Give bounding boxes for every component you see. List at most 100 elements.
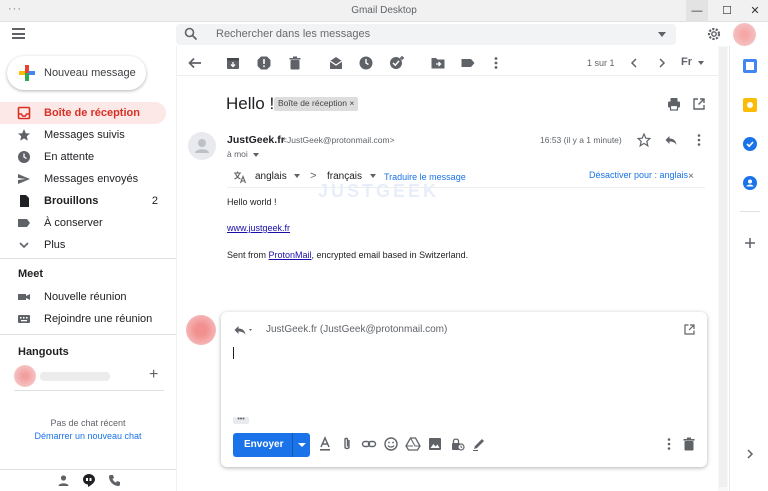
main-scrollbar[interactable]	[718, 46, 728, 491]
more-vert-icon[interactable]	[488, 55, 504, 71]
send-button[interactable]: Envoyer	[233, 433, 310, 457]
source-language-label: anglais	[255, 171, 287, 182]
sidebar-item-snoozed[interactable]: En attente	[0, 146, 166, 168]
sidebar-bottom-bar	[0, 469, 176, 491]
start-chat-link[interactable]: Démarrer un nouveau chat	[0, 431, 176, 441]
archive-icon[interactable]	[225, 55, 241, 71]
compose-button[interactable]: Nouveau message	[7, 56, 146, 90]
back-arrow-icon[interactable]	[187, 55, 203, 71]
discard-draft-icon[interactable]	[681, 436, 697, 452]
sidebar-item-starred[interactable]: Messages suivis	[0, 124, 166, 146]
hangouts-section-title: Hangouts	[18, 346, 69, 358]
scrollbar-thumb[interactable]	[719, 47, 727, 487]
sidebar-divider-vertical	[176, 46, 177, 491]
sidebar-divider	[0, 258, 176, 259]
minimize-button[interactable]: —	[686, 0, 708, 22]
reply-type-icon[interactable]	[233, 323, 255, 337]
disable-translation-link[interactable]: Désactiver pour : anglais	[589, 170, 688, 180]
text-cursor	[233, 347, 234, 359]
keep-app-icon[interactable]	[743, 98, 757, 112]
person-icon[interactable]	[57, 474, 70, 487]
insert-photo-icon[interactable]	[427, 436, 443, 452]
sidebar-item-important[interactable]: À conserver	[0, 212, 166, 234]
attach-file-icon[interactable]	[339, 436, 355, 452]
insert-link-icon[interactable]	[361, 436, 377, 452]
input-language-selector[interactable]: Fr	[681, 56, 692, 68]
open-new-window-icon[interactable]	[692, 97, 706, 111]
signature-prefix: Sent from	[227, 250, 269, 260]
sidebar-item-sent[interactable]: Messages envoyés	[0, 168, 166, 190]
protonmail-link[interactable]: ProtonMail	[269, 250, 312, 260]
chevron-right-icon[interactable]	[654, 55, 670, 71]
source-language-select[interactable]: anglais	[255, 171, 301, 182]
settings-gear-icon[interactable]	[706, 26, 722, 42]
label-chip-text: Boîte de réception	[278, 98, 347, 108]
google-drive-icon[interactable]	[405, 436, 421, 452]
hangouts-avatar[interactable]	[14, 365, 36, 387]
meet-join-meeting[interactable]: Rejoindre une réunion	[0, 308, 166, 330]
reply-compose-box[interactable]: JustGeek.fr (JustGeek@protonmail.com) ••…	[221, 312, 707, 467]
pagination-text: 1 sur 1	[587, 58, 615, 68]
watermark-logo: JUSTGEEK	[318, 181, 440, 201]
sidebar-item-drafts[interactable]: Brouillons 2	[0, 190, 166, 212]
recipient-details-caret-icon[interactable]	[253, 152, 260, 157]
sidebar-item-inbox[interactable]: Boîte de réception	[0, 102, 166, 124]
language-dropdown-icon[interactable]	[698, 61, 704, 65]
main-menu-icon[interactable]	[12, 28, 25, 39]
phone-icon[interactable]	[108, 474, 121, 487]
expand-side-panel-icon[interactable]	[743, 447, 757, 461]
emoji-icon[interactable]	[383, 436, 399, 452]
sidebar-item-label: Boîte de réception	[44, 107, 140, 119]
maximize-button[interactable]: ☐	[716, 0, 738, 22]
chevron-left-icon[interactable]	[626, 55, 642, 71]
hangouts-user-name	[40, 372, 110, 381]
account-avatar[interactable]	[733, 23, 756, 46]
search-placeholder: Rechercher dans les messages	[216, 28, 371, 40]
star-message-icon[interactable]	[637, 133, 651, 147]
show-trimmed-content-button[interactable]: •••	[233, 416, 249, 424]
tasks-app-icon[interactable]	[743, 137, 757, 151]
meet-new-meeting[interactable]: Nouvelle réunion	[0, 286, 166, 308]
sender-avatar[interactable]	[188, 132, 216, 160]
report-spam-icon[interactable]	[256, 55, 272, 71]
website-link[interactable]: www.justgeek.fr	[227, 223, 290, 233]
mark-unread-icon[interactable]	[328, 55, 344, 71]
message-body-link-line: www.justgeek.fr	[227, 223, 290, 233]
print-icon[interactable]	[667, 97, 681, 111]
label-tag-icon[interactable]	[460, 55, 476, 71]
calendar-app-icon[interactable]	[743, 59, 757, 73]
message-body-greeting: Hello world !	[227, 197, 277, 207]
reply-icon[interactable]	[664, 133, 678, 147]
contacts-app-icon[interactable]	[743, 176, 757, 190]
delete-icon[interactable]	[287, 55, 303, 71]
top-bar: Rechercher dans les messages	[0, 22, 768, 46]
confidential-mode-icon[interactable]	[449, 436, 465, 452]
label-icon	[17, 216, 31, 230]
send-icon	[17, 172, 31, 186]
translate-icon	[233, 170, 247, 184]
move-to-folder-icon[interactable]	[430, 55, 446, 71]
target-language-caret-icon	[369, 174, 376, 179]
sidebar-item-label: Messages suivis	[44, 129, 125, 141]
formatting-options-icon[interactable]	[317, 436, 333, 452]
message-more-icon[interactable]	[692, 133, 706, 147]
recipient-details[interactable]: à moi	[227, 149, 260, 159]
hangouts-add-button[interactable]: +	[149, 366, 158, 384]
send-options-icon[interactable]	[298, 443, 306, 447]
sidebar-item-more[interactable]: Plus	[0, 234, 166, 256]
reply-recipient[interactable]: JustGeek.fr (JustGeek@protonmail.com)	[266, 324, 447, 335]
get-addons-plus-icon[interactable]	[743, 236, 757, 250]
label-chip-remove-icon[interactable]: ×	[349, 98, 354, 108]
close-window-button[interactable]: ✕	[744, 0, 766, 22]
add-task-icon[interactable]	[389, 55, 405, 71]
hangouts-chat-icon[interactable]	[82, 473, 96, 488]
popout-icon[interactable]	[684, 324, 695, 335]
compose-more-options-icon[interactable]	[661, 436, 677, 452]
compose-plus-icon	[19, 65, 35, 81]
search-options-icon[interactable]	[658, 32, 666, 37]
close-translate-bar-icon[interactable]: ×	[688, 171, 694, 182]
search-icon[interactable]	[184, 27, 198, 41]
signature-pen-icon[interactable]	[471, 436, 487, 452]
search-input[interactable]: Rechercher dans les messages	[176, 24, 676, 45]
snooze-clock-icon[interactable]	[358, 55, 374, 71]
